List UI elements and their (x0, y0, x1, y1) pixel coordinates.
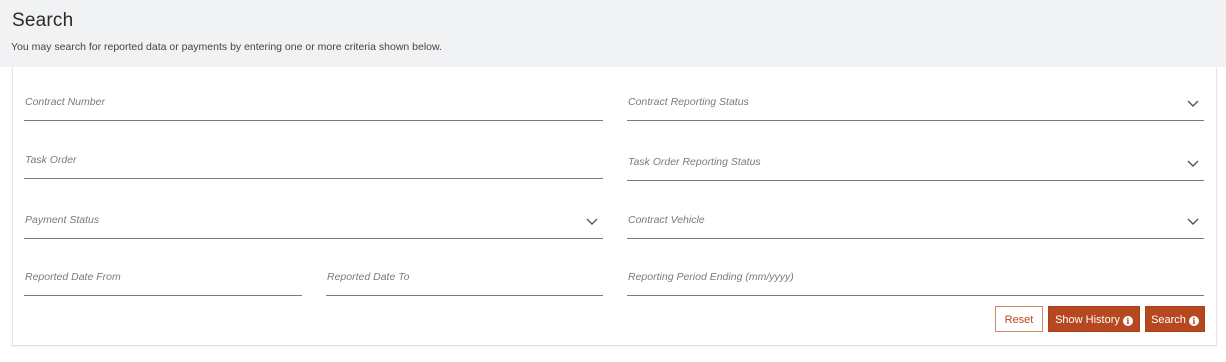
reported-date-to-input[interactable]: Reported Date To (326, 269, 603, 296)
chevron-down-icon (1187, 160, 1199, 167)
contract-reporting-status-select[interactable]: Contract Reporting Status (627, 94, 1204, 121)
search-header: Search You may search for reported data … (0, 0, 1226, 67)
page-title: Search (12, 10, 74, 31)
reset-button-label: Reset (1004, 314, 1034, 326)
task-order-reporting-status-select[interactable]: Task Order Reporting Status (627, 154, 1204, 181)
contract-vehicle-select[interactable]: Contract Vehicle (627, 212, 1204, 239)
contract-reporting-status-placeholder: Contract Reporting Status (628, 96, 749, 108)
reporting-period-ending-placeholder: Reporting Period Ending (mm/yyyy) (628, 271, 794, 283)
task-order-placeholder: Task Order (25, 154, 77, 166)
payment-status-select[interactable]: Payment Status (24, 212, 603, 239)
task-order-reporting-status-placeholder: Task Order Reporting Status (628, 156, 761, 168)
payment-status-placeholder: Payment Status (25, 214, 100, 226)
show-history-button[interactable]: Show History i (1048, 306, 1140, 332)
reported-date-from-input[interactable]: Reported Date From (24, 269, 302, 296)
contract-number-input[interactable]: Contract Number (24, 94, 603, 121)
chevron-down-icon (586, 218, 598, 225)
task-order-input[interactable]: Task Order (24, 152, 603, 179)
show-history-button-label: Show History (1055, 314, 1120, 326)
reset-button[interactable]: Reset (995, 306, 1043, 332)
reporting-period-ending-input[interactable]: Reporting Period Ending (mm/yyyy) (627, 269, 1204, 296)
info-icon: i (1122, 316, 1133, 326)
chevron-down-icon (1187, 100, 1199, 107)
chevron-down-icon (1187, 218, 1199, 225)
reported-date-to-placeholder: Reported Date To (327, 271, 410, 283)
contract-vehicle-placeholder: Contract Vehicle (628, 214, 705, 226)
search-button[interactable]: Search i (1145, 306, 1205, 332)
page-subtitle: You may search for reported data or paym… (11, 41, 442, 53)
info-icon: i (1188, 316, 1199, 326)
contract-number-placeholder: Contract Number (25, 96, 105, 108)
reported-date-from-placeholder: Reported Date From (25, 271, 121, 283)
search-button-label: Search (1151, 314, 1186, 326)
